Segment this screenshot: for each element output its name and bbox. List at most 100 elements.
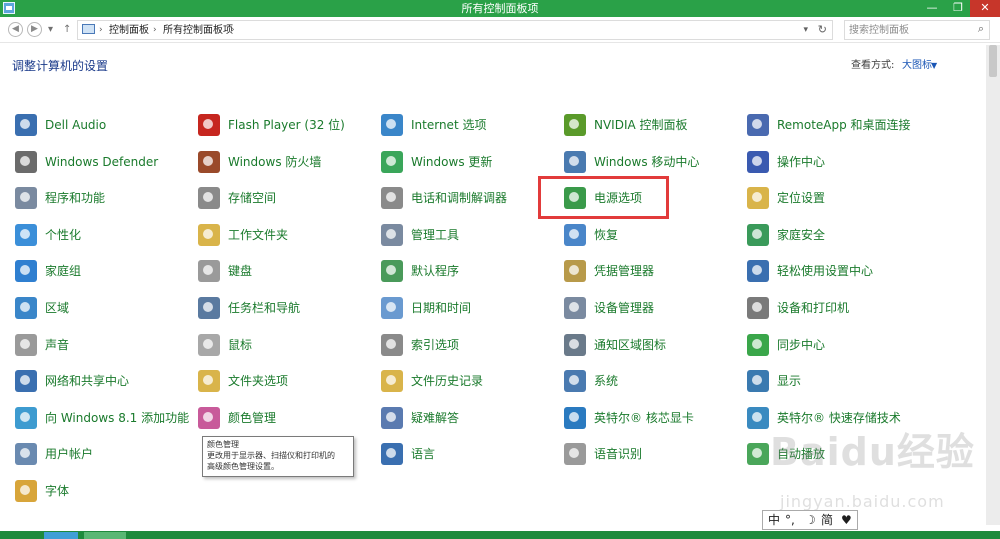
control-panel-item[interactable]: 任务栏和导航	[198, 295, 374, 321]
control-panel-item[interactable]: 系统	[564, 368, 740, 394]
item-label: 电话和调制解调器	[411, 191, 508, 205]
control-panel-item[interactable]: 显示	[747, 368, 923, 394]
refresh-icon[interactable]: ↻	[818, 22, 827, 38]
control-panel-item[interactable]: 定位设置	[747, 185, 923, 211]
recent-locations-icon[interactable]: ▾	[48, 22, 53, 37]
search-icon[interactable]: ⌕	[978, 22, 984, 36]
programs-icon	[15, 187, 37, 209]
item-label: 鼠标	[228, 338, 253, 352]
address-dropdown-icon[interactable]: ▾	[803, 23, 808, 38]
control-panel-item[interactable]: Windows 移动中心	[564, 149, 740, 175]
control-panel-item[interactable]: 设备管理器	[564, 295, 740, 321]
control-panel-item[interactable]: 用户帐户	[15, 441, 191, 467]
control-panel-item[interactable]: 恢复	[564, 222, 740, 248]
up-arrow-icon[interactable]: ↑	[63, 22, 71, 37]
control-panel-item[interactable]: 字体	[15, 478, 191, 504]
control-panel-item[interactable]: 存储空间	[198, 185, 374, 211]
ime-toolbar[interactable]: 中 °, ☽ 简 ♥	[762, 510, 858, 530]
nvidia-icon	[564, 114, 586, 136]
control-panel-item[interactable]: Internet 选项	[381, 112, 557, 138]
scrollbar-thumb[interactable]	[989, 45, 997, 77]
control-panel-item[interactable]: 家庭组	[15, 258, 191, 284]
breadcrumb-control-panel[interactable]: 控制面板	[109, 23, 149, 38]
ime-simplified[interactable]: 简	[821, 511, 833, 529]
item-label: 存储空间	[228, 191, 277, 205]
moon-icon[interactable]: ☽	[805, 511, 816, 529]
view-by-dropdown[interactable]: 大图标	[902, 58, 932, 74]
control-panel-item[interactable]: 轻松使用设置中心	[747, 258, 923, 284]
item-label: 恢复	[594, 228, 619, 242]
tooltip-title: 颜色管理	[207, 440, 239, 449]
heart-icon[interactable]: ♥	[841, 511, 852, 529]
control-panel-item[interactable]: Windows 更新	[381, 149, 557, 175]
control-panel-item[interactable]: 工作文件夹	[198, 222, 374, 248]
control-panel-item[interactable]: 颜色管理	[198, 405, 374, 431]
control-panel-item[interactable]: 文件夹选项	[198, 368, 374, 394]
control-panel-item[interactable]: Flash Player (32 位)	[198, 112, 374, 138]
control-panel-item[interactable]: 区域	[15, 295, 191, 321]
title-bar: 所有控制面板项 — ❐ ✕	[0, 0, 1000, 17]
control-panel-item[interactable]: Windows Defender	[15, 149, 191, 175]
ime-mode[interactable]: 中	[768, 511, 780, 529]
control-panel-item[interactable]: Windows 防火墙	[198, 149, 374, 175]
flash-icon	[198, 114, 220, 136]
breadcrumb-separator-icon[interactable]: ›	[231, 23, 235, 38]
control-panel-item[interactable]: 文件历史记录	[381, 368, 557, 394]
control-panel-item[interactable]: 疑难解答	[381, 405, 557, 431]
control-panel-item[interactable]: 电话和调制解调器	[381, 185, 557, 211]
search-input[interactable]	[849, 23, 967, 38]
control-panel-item[interactable]: 声音	[15, 332, 191, 358]
back-button[interactable]: ◀	[8, 22, 23, 37]
item-label: 区域	[45, 301, 70, 315]
control-panel-item[interactable]: 同步中心	[747, 332, 923, 358]
address-bar[interactable]: › 控制面板 › 所有控制面板项 › ▾ ↻	[77, 20, 833, 40]
taskbar-app[interactable]	[44, 532, 78, 539]
index-icon	[381, 334, 403, 356]
breadcrumb-separator-icon[interactable]: ›	[153, 23, 157, 38]
forward-button[interactable]: ▶	[27, 22, 42, 37]
control-panel-item[interactable]: 通知区域图标	[564, 332, 740, 358]
control-panel-item[interactable]: 家庭安全	[747, 222, 923, 248]
window-title: 所有控制面板项	[461, 2, 539, 15]
control-panel-item[interactable]: 个性化	[15, 222, 191, 248]
display-icon	[747, 370, 769, 392]
control-panel-item[interactable]: 向 Windows 8.1 添加功能	[15, 405, 191, 431]
vertical-scrollbar[interactable]	[986, 45, 1000, 525]
close-button[interactable]: ✕	[970, 0, 1000, 17]
taskbar-app[interactable]	[84, 532, 126, 539]
personalize-icon	[15, 224, 37, 246]
control-panel-item[interactable]: RemoteApp 和桌面连接	[747, 112, 923, 138]
control-panel-item[interactable]: 语音识别	[564, 441, 740, 467]
chevron-down-icon[interactable]: ▼	[931, 58, 937, 74]
control-panel-item[interactable]: 程序和功能	[15, 185, 191, 211]
speaker-icon	[15, 334, 37, 356]
control-panel-item[interactable]: 语言	[381, 441, 557, 467]
minimize-button[interactable]: —	[919, 0, 945, 17]
control-panel-item[interactable]: 网络和共享中心	[15, 368, 191, 394]
control-panel-item[interactable]: 鼠标	[198, 332, 374, 358]
control-panel-item[interactable]: 日期和时间	[381, 295, 557, 321]
page-title: 调整计算机的设置	[12, 59, 109, 73]
phone-icon	[381, 187, 403, 209]
control-panel-item[interactable]: 索引选项	[381, 332, 557, 358]
control-panel-item[interactable]: 管理工具	[381, 222, 557, 248]
control-panel-item[interactable]: 默认程序	[381, 258, 557, 284]
control-panel-item[interactable]: 凭据管理器	[564, 258, 740, 284]
control-panel-item[interactable]: 英特尔® 快速存储技术	[747, 405, 923, 431]
item-label: 文件夹选项	[228, 374, 289, 388]
control-panel-item[interactable]: 设备和打印机	[747, 295, 923, 321]
control-panel-item[interactable]: 键盘	[198, 258, 374, 284]
breadcrumb-all-items[interactable]: 所有控制面板项	[163, 23, 233, 38]
breadcrumb-separator-icon[interactable]: ›	[99, 23, 103, 38]
maximize-button[interactable]: ❐	[945, 0, 971, 17]
item-label: 通知区域图标	[594, 338, 667, 352]
item-label: 家庭组	[45, 264, 82, 278]
control-panel-item[interactable]: Dell Audio	[15, 112, 191, 138]
search-box[interactable]: ⌕	[844, 20, 990, 40]
audio-icon	[15, 114, 37, 136]
ime-punct[interactable]: °,	[785, 511, 795, 529]
control-panel-item[interactable]: 英特尔® 核芯显卡	[564, 405, 740, 431]
users-icon	[15, 443, 37, 465]
control-panel-item[interactable]: NVIDIA 控制面板	[564, 112, 740, 138]
control-panel-item[interactable]: 操作中心	[747, 149, 923, 175]
